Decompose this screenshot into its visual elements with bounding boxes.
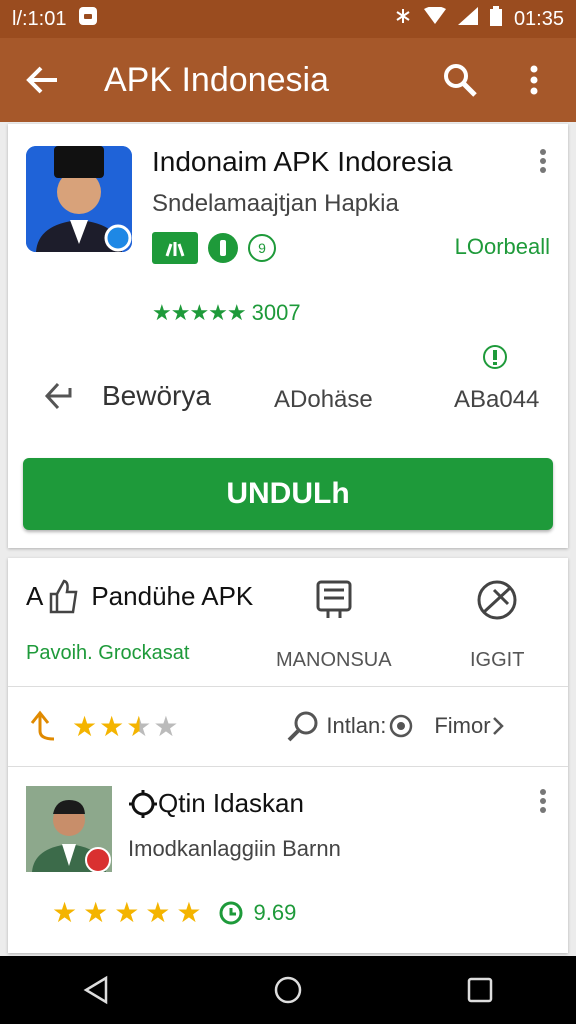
feature-prefix: A: [26, 580, 44, 611]
info-badge: [208, 233, 238, 263]
signal-icon: [457, 7, 478, 31]
size-label: ADohäse: [274, 386, 373, 413]
version-stat: ABa044: [454, 386, 539, 414]
nav-home-button[interactable]: [266, 968, 310, 1012]
notification-icon: [78, 6, 98, 32]
app-bar: APK Indonesia: [0, 38, 576, 122]
share-stat[interactable]: Bewörya: [44, 380, 211, 412]
feature-item-tags[interactable]: IGGIT: [470, 578, 524, 672]
overflow-menu-button[interactable]: [512, 58, 556, 102]
feature-sub: IGGIT: [470, 649, 525, 671]
feature-label: Pandühe APK: [91, 580, 254, 611]
feature-row: A Pandühe APK Pavoih. Grockasat MANONSUA…: [8, 558, 568, 687]
chevron-right-icon[interactable]: [491, 715, 505, 737]
rate-up-icon[interactable]: [26, 709, 60, 743]
feature-item-guide[interactable]: A Pandühe APK Pavoih. Grockasat: [26, 578, 253, 665]
gallery-icon: [390, 714, 413, 738]
more-vert-icon: [530, 65, 538, 95]
more-vert-icon: [540, 789, 546, 813]
nav-recents-button[interactable]: [458, 968, 502, 1012]
app-developer[interactable]: Sndelamaajtjan Hapkia: [152, 190, 399, 218]
app-icon[interactable]: [26, 146, 132, 252]
feature-sub: Pavoih. Grockasat: [26, 642, 190, 664]
version-label: ABa044: [454, 386, 540, 413]
editors-choice-badge: [152, 232, 198, 264]
review-title: Qtin Idaskan: [158, 788, 304, 818]
circle-home-icon: [274, 976, 302, 1004]
feature-sub: MANONSUA: [276, 649, 392, 671]
battery-icon: [489, 6, 502, 32]
share-back-icon: [44, 382, 72, 410]
refresh-icon: [219, 901, 243, 924]
download-button[interactable]: UNDULh: [23, 458, 553, 530]
system-nav-bar: [0, 956, 576, 1024]
share-label: Bewörya: [102, 380, 211, 411]
review-subtitle: Imodkanlaggiin Barnn: [128, 836, 341, 861]
triangle-back-icon: [83, 975, 108, 1005]
status-time-left: Ɩ/:1:01: [12, 7, 67, 30]
more-label[interactable]: Fimor: [434, 713, 490, 739]
review-more-button[interactable]: [538, 788, 558, 818]
review-score: 9.69: [253, 899, 297, 925]
status-bar: Ɩ/:1:01 01:35: [0, 0, 576, 38]
back-button[interactable]: [20, 58, 64, 102]
app-category[interactable]: LOorbeall: [455, 234, 550, 260]
rating-count: 3007: [251, 300, 301, 325]
thumbs-up-icon: [50, 579, 78, 614]
review-rating: ★★★★★ 9.69: [52, 896, 296, 929]
search-button[interactable]: [438, 58, 482, 102]
age-rating-badge: 9: [248, 234, 276, 262]
document-icon: [316, 580, 352, 618]
rating-row: ★★★★ Intlan: Fimor: [8, 686, 568, 767]
tag-icon: [477, 580, 517, 620]
review-stars: ★★★★★: [52, 897, 208, 928]
size-stat: ADohäse: [274, 386, 373, 414]
app-info-card: A Pandühe APK Pavoih. Grockasat MANONSUA…: [8, 558, 568, 953]
square-recents-icon: [467, 977, 493, 1003]
search-label[interactable]: Intlan:: [326, 713, 386, 739]
more-vert-icon: [540, 149, 546, 173]
info-circle-icon: [482, 344, 508, 375]
bluetooth-icon: [394, 7, 412, 31]
search-icon: [444, 64, 477, 97]
page-title: APK Indonesia: [104, 60, 329, 99]
arrow-left-icon: [26, 66, 57, 94]
search-icon[interactable]: [286, 709, 320, 743]
review-title-row: Qtin Idaskan: [128, 788, 304, 819]
feature-item-manual[interactable]: MANONSUA: [276, 578, 392, 672]
app-more-button[interactable]: [538, 148, 558, 178]
app-stats: Bewörya ADohäse ABa044: [8, 345, 568, 450]
app-title: Indonaim APK Indoresia: [152, 146, 453, 177]
app-detail-card: Indonaim APK Indoresia Sndelamaajtjan Ha…: [8, 124, 568, 548]
app-rating: ★★★★★ 3007: [152, 300, 301, 326]
sprout-icon: [165, 242, 185, 257]
info-icon: [220, 240, 226, 256]
review-item[interactable]: Qtin Idaskan Imodkanlaggiin Barnn ★★★★★ …: [8, 766, 568, 953]
reviewer-avatar: [26, 786, 112, 872]
gear-icon: [129, 789, 157, 818]
rating-stars: ★★★★★: [152, 300, 247, 325]
wifi-icon: [423, 6, 446, 31]
app-badges: 9: [152, 232, 276, 264]
nav-back-button[interactable]: [74, 968, 118, 1012]
user-rating-stars[interactable]: ★★★★: [72, 710, 180, 743]
status-time-right: 01:35: [513, 7, 564, 30]
